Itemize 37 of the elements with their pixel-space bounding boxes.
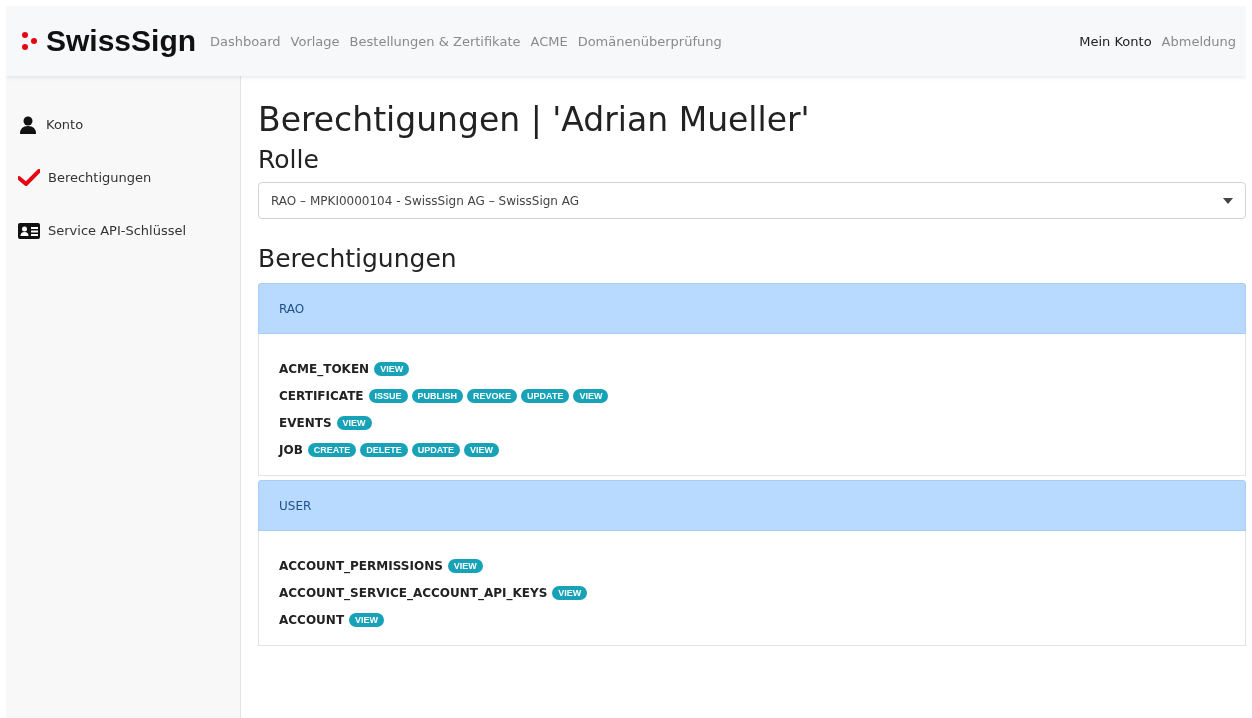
section-heading: Berechtigungen [258,243,458,275]
checkmark-icon [18,168,40,187]
section-heading: Rolle [258,144,320,176]
group-header: USER [258,480,1246,531]
action-badge: UPDATE [411,443,460,457]
caret-icon [1223,197,1233,204]
permission-name: ACCOUNT_SERVICE_ACCOUNT_API_KEYS [279,586,548,600]
action-badge: VIEW [374,362,410,376]
group-header: RAO [258,283,1246,334]
nav-link[interactable]: Mein Konto [1079,33,1152,49]
action-badge: CREATE [307,443,357,457]
permission-name: ACCOUNT_PERMISSIONS [279,559,443,573]
action-badge: VIEW [447,559,483,573]
person-icon [18,115,38,134]
page-title: Berechtigungen | 'Adrian Mueller' [258,99,811,141]
action-badge: ISSUE [368,389,408,403]
sidebar-item[interactable]: Service API-Schlüssel [6,216,240,245]
sidebar-item[interactable]: Berechtigungen [6,163,240,192]
action-badge: DELETE [360,443,408,457]
action-badge: VIEW [464,443,500,457]
action-badge: VIEW [336,416,372,430]
id-card-icon [18,222,40,239]
permission-name: JOB [279,443,303,457]
action-badge: REVOKE [467,389,518,403]
permission-name: ACME_TOKEN [279,362,370,376]
permission-name: ACCOUNT [279,613,345,627]
dots-logo-icon [20,31,40,51]
action-badge: PUBLISH [411,389,464,403]
action-badge: VIEW [573,389,609,403]
permission-name: EVENTS [279,416,332,430]
action-badge: VIEW [552,586,588,600]
permission-name: CERTIFICATE [279,389,364,403]
role-select[interactable]: RAO – MPKI0000104 - SwissSign AG – SwissSign AG [258,182,1246,219]
action-badge: VIEW [349,613,385,627]
action-badge: UPDATE [521,389,570,403]
sidebar-item[interactable]: Konto [6,110,240,139]
brand-name[interactable]: SwissSign [46,24,197,58]
